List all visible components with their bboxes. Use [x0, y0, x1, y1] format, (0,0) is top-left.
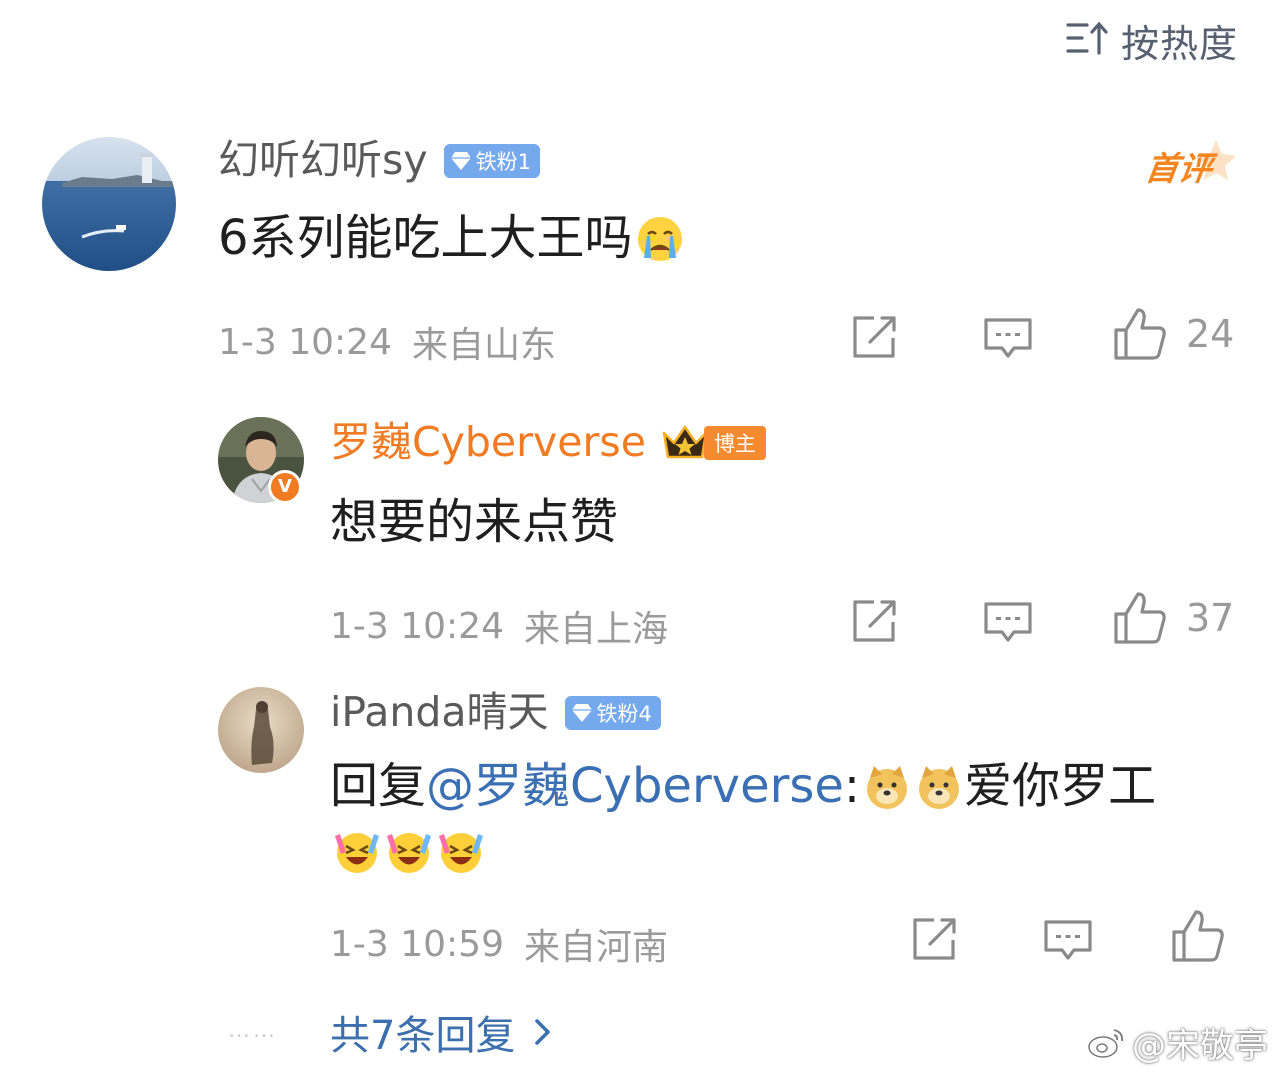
- blogger-badge: 博主: [703, 425, 766, 460]
- comment-date: 1-3 10:24: [330, 605, 504, 647]
- username[interactable]: 罗巍Cyberverse: [330, 422, 646, 463]
- watermark-text: @宋敬亭: [1132, 1026, 1268, 1066]
- like-button[interactable]: 24: [1112, 306, 1234, 362]
- comment-author-line: 罗巍Cyberverse 博主: [330, 422, 766, 463]
- comment-meta: 1-3 10:24 来自山东: [218, 316, 556, 368]
- username[interactable]: iPanda晴天: [330, 692, 549, 733]
- thread-connector-dots: ……: [228, 1018, 278, 1043]
- fan-level-badge[interactable]: 铁粉4: [564, 695, 661, 730]
- comment-location: 来自上海: [524, 609, 669, 650]
- first-comment-label: 首评: [1142, 149, 1215, 188]
- crying-face-emoji: [635, 214, 685, 264]
- comment-body: 想要的来点赞: [330, 494, 619, 550]
- comment-author-line: iPanda晴天 铁粉4: [330, 692, 661, 733]
- reply-button[interactable]: [982, 600, 1034, 646]
- share-button[interactable]: [850, 314, 900, 360]
- comment-date: 1-3 10:24: [218, 321, 392, 363]
- reply-button[interactable]: [982, 316, 1034, 362]
- comment-text: 回复 @罗巍Cyberverse : 爱你罗工: [330, 758, 1156, 816]
- laughing-crying-emoji: [384, 826, 434, 876]
- fan-level-badge[interactable]: 铁粉1: [443, 143, 540, 178]
- diamond-icon: [450, 151, 471, 170]
- diamond-icon: [571, 703, 592, 722]
- first-comment-stamp: 首评: [1138, 136, 1238, 196]
- avatar[interactable]: [42, 137, 176, 271]
- fan-level-text: 铁粉4: [596, 701, 652, 726]
- comment-icon: [1044, 920, 1092, 960]
- fan-level-text: 铁粉1: [475, 149, 531, 174]
- laughing-crying-emoji: [436, 826, 486, 876]
- comment-emoji-line: [330, 826, 486, 876]
- doge-emoji: [862, 762, 912, 812]
- share-button[interactable]: [910, 916, 960, 962]
- sort-icon: [1065, 19, 1111, 61]
- reply-button[interactable]: [1042, 918, 1094, 964]
- avatar[interactable]: [218, 687, 304, 773]
- comment-date: 1-3 10:59: [330, 923, 504, 965]
- comment-thread: 按热度 幻听幻听sy 铁粉1 首评 6系列能吃上大王吗 1-3 10:24 来自…: [0, 0, 1280, 1073]
- like-button[interactable]: [1170, 908, 1244, 964]
- sort-label: 按热度: [1120, 21, 1238, 66]
- like-button[interactable]: 37: [1112, 590, 1234, 646]
- comment-icon: [984, 318, 1032, 358]
- weibo-logo-icon: [1088, 1028, 1123, 1058]
- watermark: @宋敬亭: [1086, 1018, 1268, 1067]
- verified-v: V: [278, 476, 292, 497]
- thumbs-up-icon: [1114, 308, 1166, 360]
- comment-body: 6系列能吃上大王吗: [218, 210, 633, 266]
- reply-separator: :: [843, 758, 861, 814]
- doge-emoji: [914, 762, 964, 812]
- reply-prefix: 回复: [330, 758, 427, 814]
- thumbs-up-icon: [1114, 592, 1166, 644]
- like-count: 24: [1186, 312, 1235, 356]
- thumbs-up-icon: [1172, 910, 1224, 962]
- crown-icon: [660, 423, 710, 463]
- comment-location: 来自山东: [412, 325, 557, 366]
- mention-link[interactable]: @罗巍Cyberverse: [426, 758, 844, 816]
- laughing-crying-emoji: [332, 826, 382, 876]
- sort-by-hot-button[interactable]: 按热度: [1065, 14, 1238, 66]
- like-count: 37: [1186, 596, 1235, 640]
- share-icon: [913, 918, 956, 960]
- more-replies-link[interactable]: 共7条回复: [330, 1003, 553, 1061]
- share-icon: [853, 600, 896, 642]
- reply-suffix: 爱你罗工: [964, 758, 1157, 814]
- share-icon: [853, 316, 896, 358]
- comment-location: 来自河南: [524, 927, 669, 968]
- chevron-right-icon: [535, 1019, 551, 1045]
- comment-meta: 1-3 10:24 来自上海: [330, 600, 668, 652]
- comment-text: 想要的来点赞: [330, 494, 618, 552]
- comment-meta: 1-3 10:59 来自河南: [330, 918, 668, 970]
- comment-icon: [984, 602, 1032, 642]
- verified-badge: V: [268, 470, 302, 504]
- comment-text: 6系列能吃上大王吗: [218, 210, 685, 268]
- username[interactable]: 幻听幻听sy: [218, 140, 428, 181]
- comment-author-line: 幻听幻听sy 铁粉1: [218, 140, 540, 181]
- more-replies-label: 共7条回复: [330, 1013, 516, 1059]
- share-button[interactable]: [850, 598, 900, 644]
